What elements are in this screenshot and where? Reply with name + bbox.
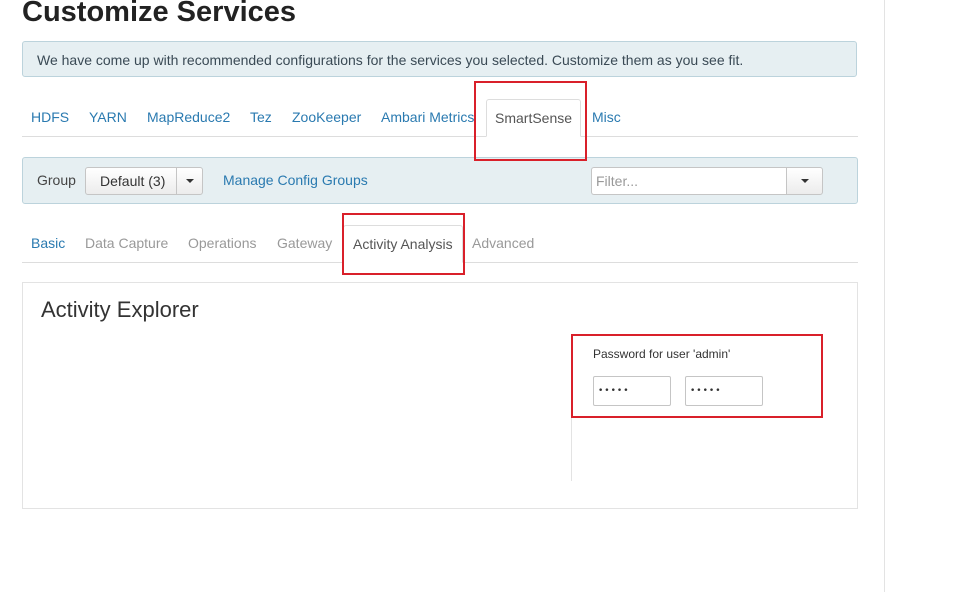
config-group-bar: Group Default (3) Manage Config Groups bbox=[22, 157, 858, 204]
tab-tez[interactable]: Tez bbox=[250, 99, 272, 136]
group-dropdown-toggle[interactable] bbox=[176, 168, 202, 194]
tab-ambari-metrics[interactable]: Ambari Metrics bbox=[381, 99, 474, 136]
tab-smartsense[interactable]: SmartSense bbox=[486, 99, 582, 137]
filter-input[interactable] bbox=[591, 167, 787, 195]
tab-zookeeper[interactable]: ZooKeeper bbox=[292, 99, 361, 136]
tab-misc[interactable]: Misc bbox=[592, 99, 621, 136]
right-column-divider bbox=[884, 0, 885, 592]
page-title: Customize Services bbox=[22, 0, 297, 28]
password-input[interactable] bbox=[593, 376, 671, 406]
activity-explorer-panel: Activity Explorer Password for user 'adm… bbox=[22, 282, 858, 509]
caret-down-icon bbox=[185, 179, 194, 183]
config-subtabs: Basic Data Capture Operations Gateway Ac… bbox=[22, 225, 858, 263]
manage-config-groups-link[interactable]: Manage Config Groups bbox=[223, 158, 368, 203]
config-group-value: Default (3) bbox=[100, 173, 166, 189]
config-group-select[interactable]: Default (3) bbox=[85, 167, 203, 195]
tab-hdfs[interactable]: HDFS bbox=[31, 99, 69, 136]
subtab-activity-analysis[interactable]: Activity Analysis bbox=[343, 225, 463, 263]
filter-dropdown-button[interactable] bbox=[786, 167, 823, 195]
column-divider bbox=[571, 335, 572, 481]
tab-yarn[interactable]: YARN bbox=[89, 99, 127, 136]
subtab-data-capture[interactable]: Data Capture bbox=[85, 225, 168, 262]
section-title: Activity Explorer bbox=[41, 297, 199, 322]
recommendation-alert: We have come up with recommended configu… bbox=[22, 41, 857, 77]
subtab-advanced[interactable]: Advanced bbox=[472, 225, 534, 262]
group-label: Group bbox=[37, 172, 76, 188]
caret-down-icon bbox=[800, 179, 809, 183]
subtab-gateway[interactable]: Gateway bbox=[277, 225, 332, 262]
password-label: Password for user 'admin' bbox=[593, 347, 731, 361]
confirm-password-input[interactable] bbox=[685, 376, 763, 406]
service-tabs: HDFS YARN MapReduce2 Tez ZooKeeper Ambar… bbox=[22, 99, 858, 137]
subtab-basic[interactable]: Basic bbox=[31, 225, 65, 262]
tab-mapreduce2[interactable]: MapReduce2 bbox=[147, 99, 230, 136]
subtab-operations[interactable]: Operations bbox=[188, 225, 256, 262]
